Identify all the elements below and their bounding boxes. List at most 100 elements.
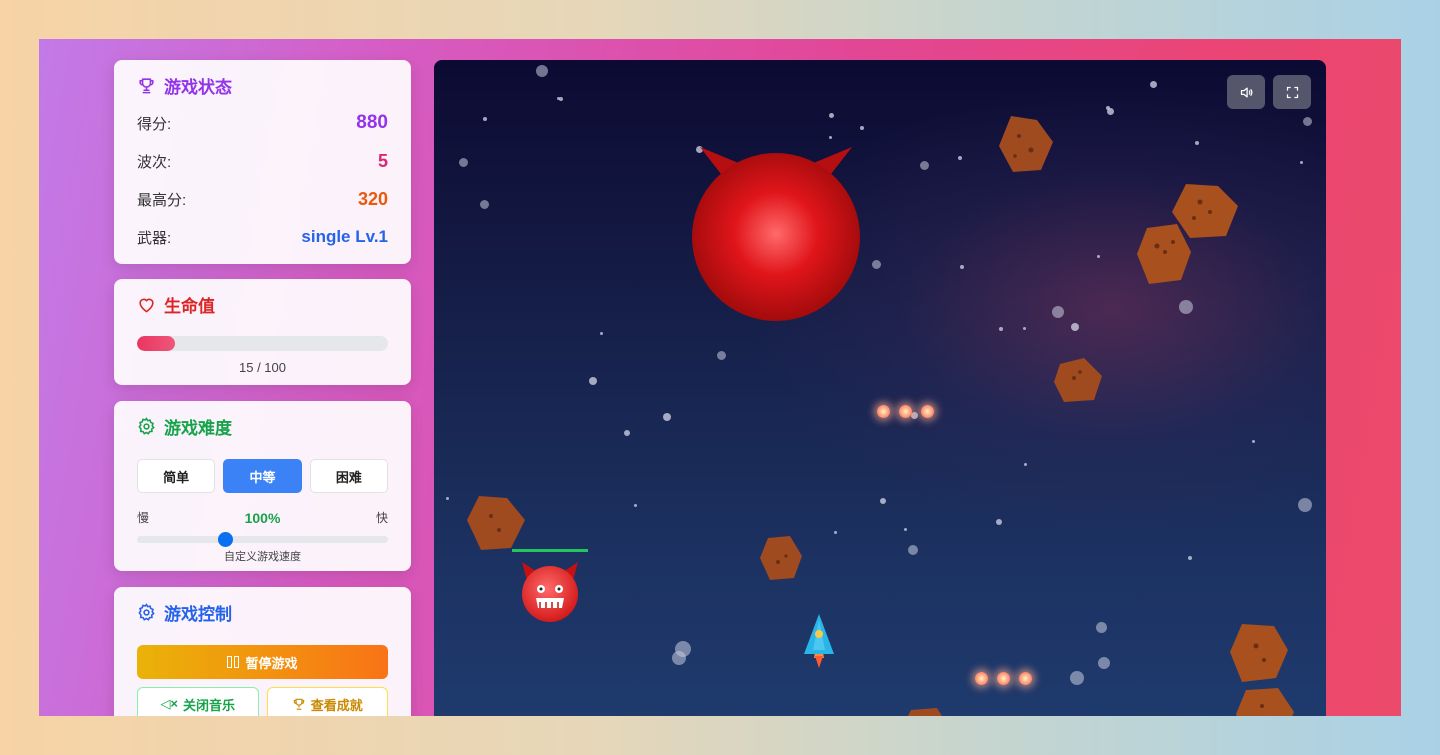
speed-slider-knob[interactable] xyxy=(217,532,233,547)
page-frame: 游戏状态 得分: 880 波次: 5 最高分: 320 武器: single L… xyxy=(39,39,1401,716)
star xyxy=(880,498,886,504)
star xyxy=(1098,657,1110,669)
asteroid xyxy=(999,116,1053,172)
star xyxy=(1303,117,1312,126)
enemy-bullet xyxy=(997,672,1010,685)
speed-value: 100% xyxy=(244,509,281,526)
score-label: 得分: xyxy=(137,115,172,133)
star xyxy=(1070,671,1084,685)
star xyxy=(1052,306,1064,318)
health-bar xyxy=(137,336,388,351)
mute-icon: ◁× xyxy=(160,696,179,711)
wave-label: 波次: xyxy=(137,153,172,171)
health-card: 生命值 15 / 100 xyxy=(114,279,411,385)
status-title-text: 游戏状态 xyxy=(164,77,232,97)
star xyxy=(999,327,1003,331)
difficulty-easy-button[interactable]: 简单 xyxy=(137,459,216,493)
star xyxy=(557,97,560,100)
sound-button[interactable] xyxy=(1227,75,1265,109)
star xyxy=(834,531,837,534)
weapon-value: single Lv.1 xyxy=(301,227,388,246)
enemy-bullet xyxy=(921,405,934,418)
asteroid xyxy=(908,708,942,716)
speed-fast-label: 快 xyxy=(375,511,388,525)
fullscreen-icon xyxy=(1286,86,1298,98)
speed-slider-label: 自定义游戏速度 xyxy=(224,551,301,563)
trophy-icon xyxy=(293,698,304,710)
health-bar-fill xyxy=(137,336,175,351)
speed-slider[interactable] xyxy=(137,532,388,547)
star xyxy=(904,528,907,531)
game-canvas[interactable] xyxy=(434,60,1326,716)
enemy-bullet xyxy=(899,405,912,418)
controls-title: 游戏控制 xyxy=(137,601,388,624)
speed-slow-label: 慢 xyxy=(137,511,150,525)
star xyxy=(960,265,964,269)
volume-icon xyxy=(1240,87,1252,97)
wave-value: 5 xyxy=(377,150,388,171)
score-value: 880 xyxy=(356,112,388,133)
star xyxy=(829,136,832,139)
boss-enemy xyxy=(692,147,860,321)
difficulty-card: 游戏难度 简单 中等 困难 慢 100% 快 自定义游戏速度 xyxy=(114,401,411,571)
star xyxy=(1097,255,1100,258)
controls-title-text: 游戏控制 xyxy=(164,604,232,624)
star xyxy=(1096,622,1107,633)
asteroid xyxy=(467,496,525,550)
star xyxy=(1024,463,1027,466)
star xyxy=(536,65,548,77)
star xyxy=(600,332,603,335)
star xyxy=(1195,141,1199,145)
star xyxy=(1300,161,1303,164)
status-card: 游戏状态 得分: 880 波次: 5 最高分: 320 武器: single L… xyxy=(114,60,411,264)
star xyxy=(634,504,637,507)
fullscreen-button[interactable] xyxy=(1273,75,1311,109)
heart-icon xyxy=(139,298,154,312)
gear-icon xyxy=(138,416,155,435)
small-enemy xyxy=(522,562,578,622)
player-ship xyxy=(804,614,834,668)
star xyxy=(446,497,449,500)
star xyxy=(1150,81,1157,88)
star xyxy=(589,377,597,385)
asteroid xyxy=(1137,224,1191,284)
star xyxy=(1179,300,1193,314)
asteroid xyxy=(1236,688,1294,716)
achievements-button-label: 查看成就 xyxy=(310,697,363,713)
asteroid xyxy=(760,536,802,580)
health-title: 生命值 xyxy=(137,293,388,316)
star xyxy=(624,430,630,436)
weapon-row: 武器: single Lv.1 xyxy=(137,218,388,256)
star xyxy=(672,651,686,665)
star xyxy=(1188,556,1192,560)
difficulty-title: 游戏难度 xyxy=(137,415,388,438)
pause-button-label: 暂停游戏 xyxy=(245,655,298,671)
enemy-bullet xyxy=(975,672,988,685)
star xyxy=(920,161,929,170)
difficulty-title-text: 游戏难度 xyxy=(164,418,232,438)
weapon-label: 武器: xyxy=(137,229,172,247)
star xyxy=(908,545,918,555)
asteroid xyxy=(1230,624,1288,682)
music-toggle-button[interactable]: ◁× 关闭音乐 xyxy=(137,687,259,716)
difficulty-medium-button[interactable]: 中等 xyxy=(223,459,302,493)
enemy-bullet xyxy=(877,405,890,418)
star xyxy=(717,351,726,360)
highscore-label: 最高分: xyxy=(137,191,187,209)
pause-button[interactable]: 暂停游戏 xyxy=(137,645,388,679)
highscore-row: 最高分: 320 xyxy=(137,180,388,218)
music-button-label: 关闭音乐 xyxy=(183,697,236,713)
star xyxy=(872,260,881,269)
controls-card: 游戏控制 暂停游戏 ◁× 关闭音乐 查看成就 xyxy=(114,587,411,716)
enemy-bullet xyxy=(1019,672,1032,685)
achievements-button[interactable]: 查看成就 xyxy=(266,687,388,716)
highscore-value: 320 xyxy=(357,188,388,209)
speed-row: 慢 100% 快 xyxy=(137,509,388,526)
star xyxy=(1252,440,1255,443)
star xyxy=(1298,498,1312,512)
star xyxy=(483,117,487,121)
difficulty-hard-button[interactable]: 困难 xyxy=(309,459,388,493)
difficulty-options: 简单 中等 困难 xyxy=(137,459,388,493)
star xyxy=(958,156,962,160)
star xyxy=(860,126,864,130)
